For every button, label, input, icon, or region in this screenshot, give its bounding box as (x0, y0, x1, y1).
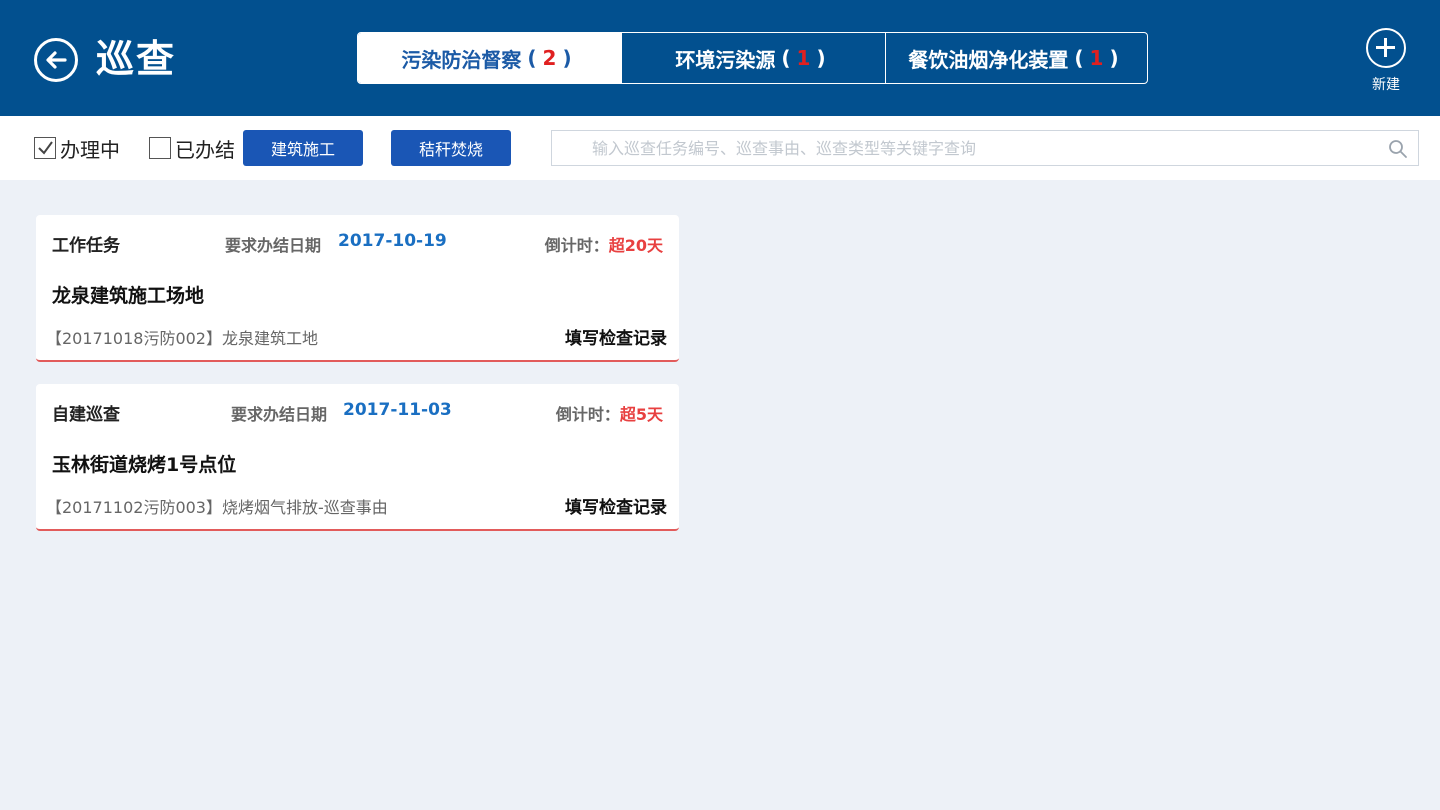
tab-paren-close: ) (1109, 46, 1119, 70)
tab-label: 污染防治督察 (401, 47, 522, 72)
tab-paren-open: ( (1074, 46, 1084, 70)
due-date-label: 要求办结日期 (231, 405, 328, 424)
tab-cooking-fume-purifier[interactable]: 餐饮油烟净化装置 ( 1 ) (885, 33, 1147, 83)
tab-count: 1 (796, 46, 811, 70)
task-place: 玉林街道烧烤1号点位 (52, 454, 237, 476)
tag-straw-burning-button[interactable]: 秸秆焚烧 (391, 130, 511, 166)
checkbox-unchecked-icon (149, 137, 171, 159)
page-title: 巡查 (96, 37, 177, 81)
checkbox-checked-icon (34, 137, 56, 159)
tab-paren-open: ( (527, 46, 537, 70)
tab-pollution-source[interactable]: 环境污染源 ( 1 ) (621, 33, 885, 83)
tab-count: 1 (1089, 46, 1104, 70)
countdown-label: 倒计时： (555, 405, 620, 424)
tab-paren-close: ) (816, 46, 826, 70)
arrow-left-icon (46, 51, 67, 69)
back-button[interactable] (34, 38, 78, 82)
search-input[interactable] (592, 131, 1372, 165)
tab-label: 环境污染源 (675, 47, 776, 72)
fill-inspection-record-button[interactable]: 填写检查记录 (565, 493, 667, 518)
tab-paren-open: ( (781, 46, 791, 70)
task-type: 自建巡查 (52, 405, 120, 425)
countdown-value: 超20天 (608, 236, 663, 255)
tab-count: 2 (542, 46, 557, 70)
task-type: 工作任务 (52, 236, 120, 256)
countdown: 倒计时：超20天 (545, 232, 663, 256)
search-icon[interactable] (1388, 139, 1408, 159)
new-button-label: 新建 (1372, 77, 1400, 93)
filter-bar: 办理中 已办结 建筑施工 秸秆焚烧 (0, 116, 1440, 180)
plus-circle-icon (1366, 28, 1406, 68)
task-card[interactable]: 自建巡查 要求办结日期 2017-11-03 倒计时：超5天 玉林街道烧烤1号点… (36, 384, 679, 531)
tab-pollution-supervision[interactable]: 污染防治督察 ( 2 ) (358, 33, 621, 83)
due-date-label: 要求办结日期 (225, 236, 322, 255)
completed-checkbox[interactable]: 已办结 (149, 136, 235, 162)
category-tabs: 污染防治督察 ( 2 ) 环境污染源 ( 1 ) 餐饮油烟净化装置 ( 1 ) (357, 32, 1148, 84)
countdown-label: 倒计时： (544, 236, 609, 255)
task-description: 【20171018污防002】龙泉建筑工地 (46, 329, 318, 348)
countdown-value: 超5天 (619, 405, 663, 424)
new-button[interactable]: 新建 (1362, 26, 1410, 96)
top-header: 巡查 污染防治督察 ( 2 ) 环境污染源 ( 1 ) 餐饮油烟净化装置 ( 1… (0, 0, 1440, 116)
due-date: 2017-10-19 (338, 231, 447, 251)
in-progress-checkbox[interactable]: 办理中 (34, 136, 120, 162)
fill-inspection-record-button[interactable]: 填写检查记录 (565, 324, 667, 349)
task-description: 【20171102污防003】烧烤烟气排放-巡查事由 (46, 498, 388, 517)
tag-construction-button[interactable]: 建筑施工 (243, 130, 363, 166)
tab-paren-close: ) (562, 46, 572, 70)
task-place: 龙泉建筑施工场地 (52, 285, 205, 307)
in-progress-label: 办理中 (60, 137, 120, 162)
task-card[interactable]: 工作任务 要求办结日期 2017-10-19 倒计时：超20天 龙泉建筑施工场地… (36, 215, 679, 362)
countdown: 倒计时：超5天 (556, 401, 663, 425)
due-date: 2017-11-03 (343, 400, 452, 420)
search-box (551, 130, 1419, 166)
tab-label: 餐饮油烟净化装置 (908, 47, 1069, 72)
completed-label: 已办结 (175, 137, 235, 162)
